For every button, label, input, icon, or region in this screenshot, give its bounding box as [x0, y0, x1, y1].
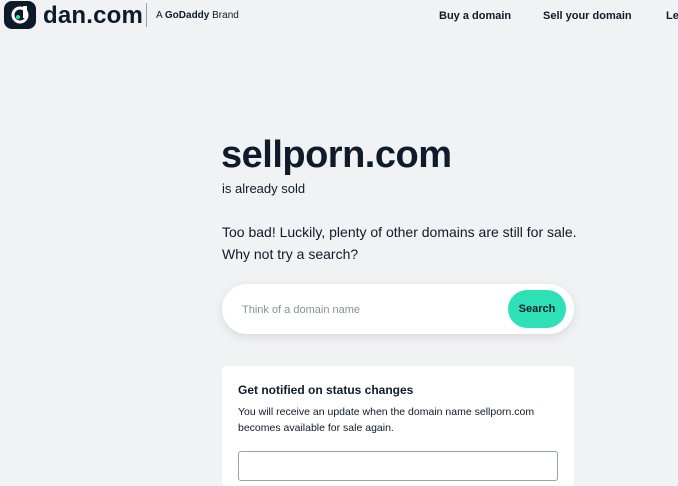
notify-description: You will receive an update when the doma… — [238, 406, 535, 434]
domain-search-box: Search — [222, 284, 574, 334]
dan-logo-icon[interactable] — [4, 1, 36, 29]
domain-title: sellporn.com — [221, 134, 452, 176]
sold-message: Too bad! Luckily, plenty of other domain… — [222, 224, 577, 262]
search-button[interactable]: Search — [508, 290, 566, 328]
email-field[interactable] — [238, 451, 558, 481]
nav-sell-domain[interactable]: Sell your domain — [543, 10, 632, 22]
nav-learn[interactable]: Le — [666, 10, 678, 22]
brand-name: GoDaddy — [164, 10, 210, 21]
notify-title: Get notified on status changes — [238, 383, 414, 397]
godaddy-brand-tag: A GoDaddy Brand — [156, 10, 239, 21]
nav-buy-domain[interactable]: Buy a domain — [439, 10, 511, 22]
sold-status: is already sold — [222, 181, 306, 196]
notify-card: Get notified on status changes You will … — [222, 366, 574, 486]
domain-search-input[interactable] — [240, 299, 504, 321]
site-header: dan.com A GoDaddy Brand Buy a domain Sel… — [0, 0, 678, 32]
brand-prefix: A — [156, 10, 163, 21]
logo-text[interactable]: dan.com — [43, 2, 143, 30]
logo-divider — [146, 3, 147, 27]
brand-suffix: Brand — [212, 10, 239, 21]
